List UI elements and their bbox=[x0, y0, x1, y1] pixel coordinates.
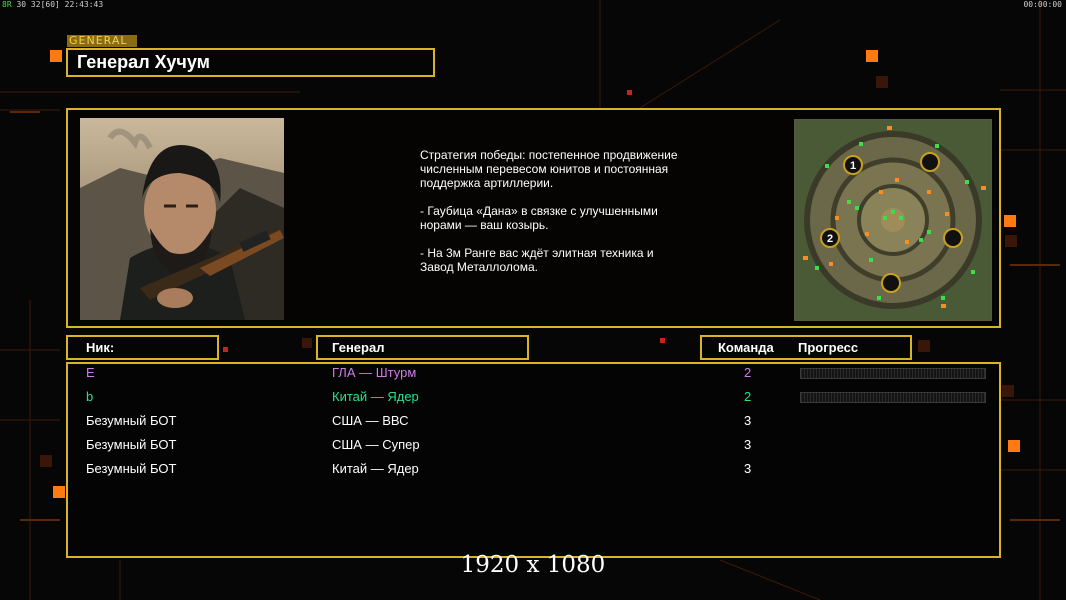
player-progress-bar bbox=[800, 368, 986, 379]
player-row[interactable]: b Китай — Ядер 2 bbox=[0, 386, 986, 408]
player-row[interactable]: E ГЛА — Штурм 2 bbox=[0, 362, 986, 384]
player-team: 2 bbox=[744, 389, 752, 404]
strategy-tip-2: - На 3м Ранге вас ждёт элитная техника и… bbox=[420, 246, 654, 274]
player-general: Китай — Ядер bbox=[332, 461, 419, 476]
column-header-general: Генерал bbox=[316, 335, 529, 360]
resolution-label: 1920 x 1080 bbox=[460, 552, 606, 578]
start-position-1-marker: 1 bbox=[850, 160, 856, 172]
general-portrait bbox=[80, 118, 284, 320]
player-general: ГЛА — Штурм bbox=[332, 365, 417, 380]
player-team: 3 bbox=[744, 413, 752, 428]
column-header-team-progress: Команда Прогресс bbox=[700, 335, 912, 360]
fps-prefix: 8R bbox=[2, 0, 12, 9]
player-team: 3 bbox=[744, 461, 752, 476]
general-tag: GENERAL bbox=[67, 35, 137, 47]
player-team: 2 bbox=[744, 365, 752, 380]
player-general: Китай — Ядер bbox=[332, 389, 419, 404]
strategy-tip-1: - Гаубица «Дана» в связке с улучшенными … bbox=[420, 204, 658, 232]
player-progress-bar bbox=[800, 392, 986, 403]
system-clock: 22:43:43 bbox=[64, 0, 104, 9]
column-header-progress: Прогресс bbox=[798, 340, 859, 355]
column-header-nick: Ник: bbox=[66, 335, 219, 360]
player-row[interactable]: Безумный БОТ США — ВВС 3 bbox=[0, 410, 935, 432]
session-timer: 00:00:00 bbox=[1023, 0, 1062, 9]
strategy-summary: Стратегия победы: постепенное продвижени… bbox=[420, 148, 678, 190]
player-nick: b bbox=[86, 389, 94, 404]
player-general: США — Супер bbox=[332, 437, 420, 452]
player-row[interactable]: Безумный БОТ Китай — Ядер 3 bbox=[0, 458, 935, 480]
fps-values: 30 32 bbox=[16, 0, 41, 9]
player-nick: Безумный БОТ bbox=[86, 461, 177, 476]
column-header-team: Команда bbox=[718, 340, 774, 355]
strategy-description: Стратегия победы: постепенное продвижени… bbox=[420, 148, 690, 288]
player-general: США — ВВС bbox=[332, 413, 409, 428]
fps-limit: [60] bbox=[40, 0, 60, 9]
player-nick: Безумный БОТ bbox=[86, 413, 177, 428]
player-row[interactable]: Безумный БОТ США — Супер 3 bbox=[0, 434, 935, 456]
general-name: Генерал Хучум bbox=[66, 48, 435, 77]
player-team: 3 bbox=[744, 437, 752, 452]
player-nick: Безумный БОТ bbox=[86, 437, 177, 452]
map-preview: 1 2 bbox=[794, 119, 992, 321]
player-nick: E bbox=[86, 365, 95, 380]
fps-counter: 8R 30 32[60] 22:43:43 bbox=[2, 0, 103, 9]
start-position-2-marker: 2 bbox=[827, 233, 833, 245]
